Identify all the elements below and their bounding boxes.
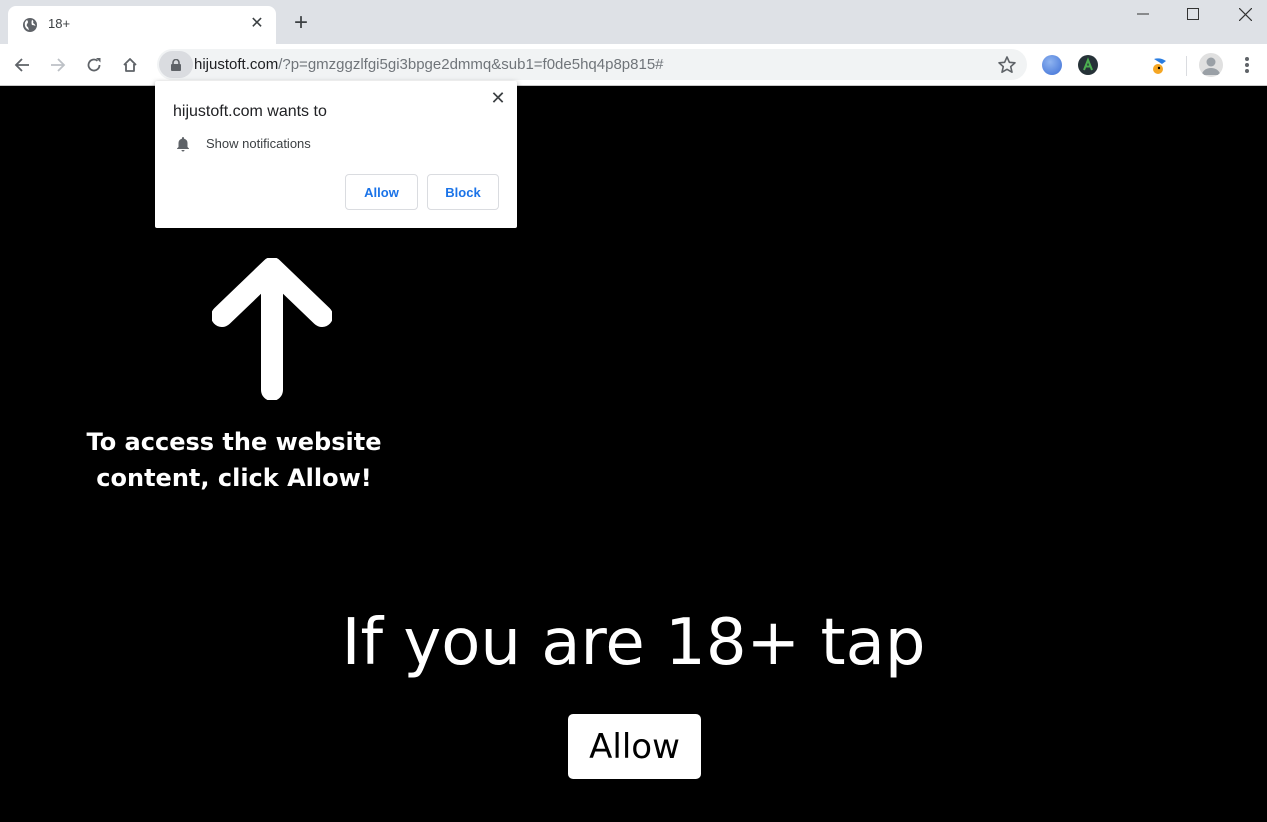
forward-button[interactable] <box>44 51 72 79</box>
new-tab-button[interactable]: + <box>289 9 313 36</box>
plus-icon: + <box>293 9 308 36</box>
home-button[interactable] <box>116 51 144 79</box>
hint-line-2: content, click Allow! <box>96 464 372 492</box>
title-bar: 18+ ✕ + <box>0 0 1267 44</box>
bird-extension-icon[interactable] <box>1150 55 1170 75</box>
bird-icon <box>1153 58 1166 74</box>
close-icon <box>1238 7 1252 21</box>
forward-icon <box>51 58 66 72</box>
lock-icon <box>171 58 181 71</box>
a-letter-icon <box>1083 57 1093 71</box>
back-icon <box>14 58 29 72</box>
prompt-title: hijustoft.com wants to <box>173 103 327 120</box>
url-host: hijustoft.com <box>194 56 279 73</box>
browser-toolbar: hijustoft.com/?p=gmzggzlfgi5gi3bpge2dmmq… <box>0 44 1267 86</box>
url-path: /?p=gmzggzlfgi5gi3bpge2dmmq&sub1=f0de5hq… <box>278 56 664 73</box>
profile-avatar[interactable] <box>1199 53 1223 77</box>
a-extension-icon[interactable] <box>1078 55 1098 75</box>
prompt-allow-button[interactable]: Allow <box>345 174 418 210</box>
browser-menu-button[interactable] <box>1238 54 1256 76</box>
minimize-icon <box>1137 13 1149 15</box>
tab-title: 18+ <box>48 16 71 31</box>
email-extension-icon[interactable] <box>1042 55 1062 75</box>
prompt-block-button[interactable]: Block <box>427 174 499 210</box>
address-bar[interactable]: hijustoft.com/?p=gmzggzlfgi5gi3bpge2dmmq… <box>157 49 1027 80</box>
home-icon <box>123 58 137 72</box>
globe-icon <box>23 18 37 32</box>
reload-icon <box>87 58 101 72</box>
tab-active[interactable]: 18+ ✕ <box>8 6 276 44</box>
toolbar-separator <box>1186 56 1187 76</box>
bell-icon <box>177 137 189 152</box>
url-text[interactable]: hijustoft.com/?p=gmzggzlfgi5gi3bpge2dmmq… <box>194 56 664 73</box>
page-allow-button[interactable]: Allow <box>568 714 701 779</box>
maximize-icon <box>1187 8 1199 20</box>
bookmark-star-icon[interactable] <box>997 55 1017 75</box>
reload-button[interactable] <box>80 51 108 79</box>
close-window-button[interactable] <box>1220 0 1267 28</box>
back-button[interactable] <box>8 51 36 79</box>
site-info-button[interactable] <box>159 51 193 78</box>
notification-permission-prompt: hijustoft.com wants to ✕ Show notificati… <box>155 81 517 228</box>
arrow-up-icon <box>212 258 332 400</box>
headline: If you are 18+ tap <box>341 606 926 680</box>
hint-text: To access the website content, click All… <box>84 424 384 496</box>
person-icon <box>1202 57 1220 75</box>
minimize-button[interactable] <box>1118 0 1168 28</box>
tab-close-icon[interactable]: ✕ <box>248 15 266 33</box>
maximize-button[interactable] <box>1168 0 1218 28</box>
prompt-close-icon[interactable]: ✕ <box>489 89 507 107</box>
permission-label: Show notifications <box>206 136 311 151</box>
hint-line-1: To access the website <box>86 428 382 456</box>
